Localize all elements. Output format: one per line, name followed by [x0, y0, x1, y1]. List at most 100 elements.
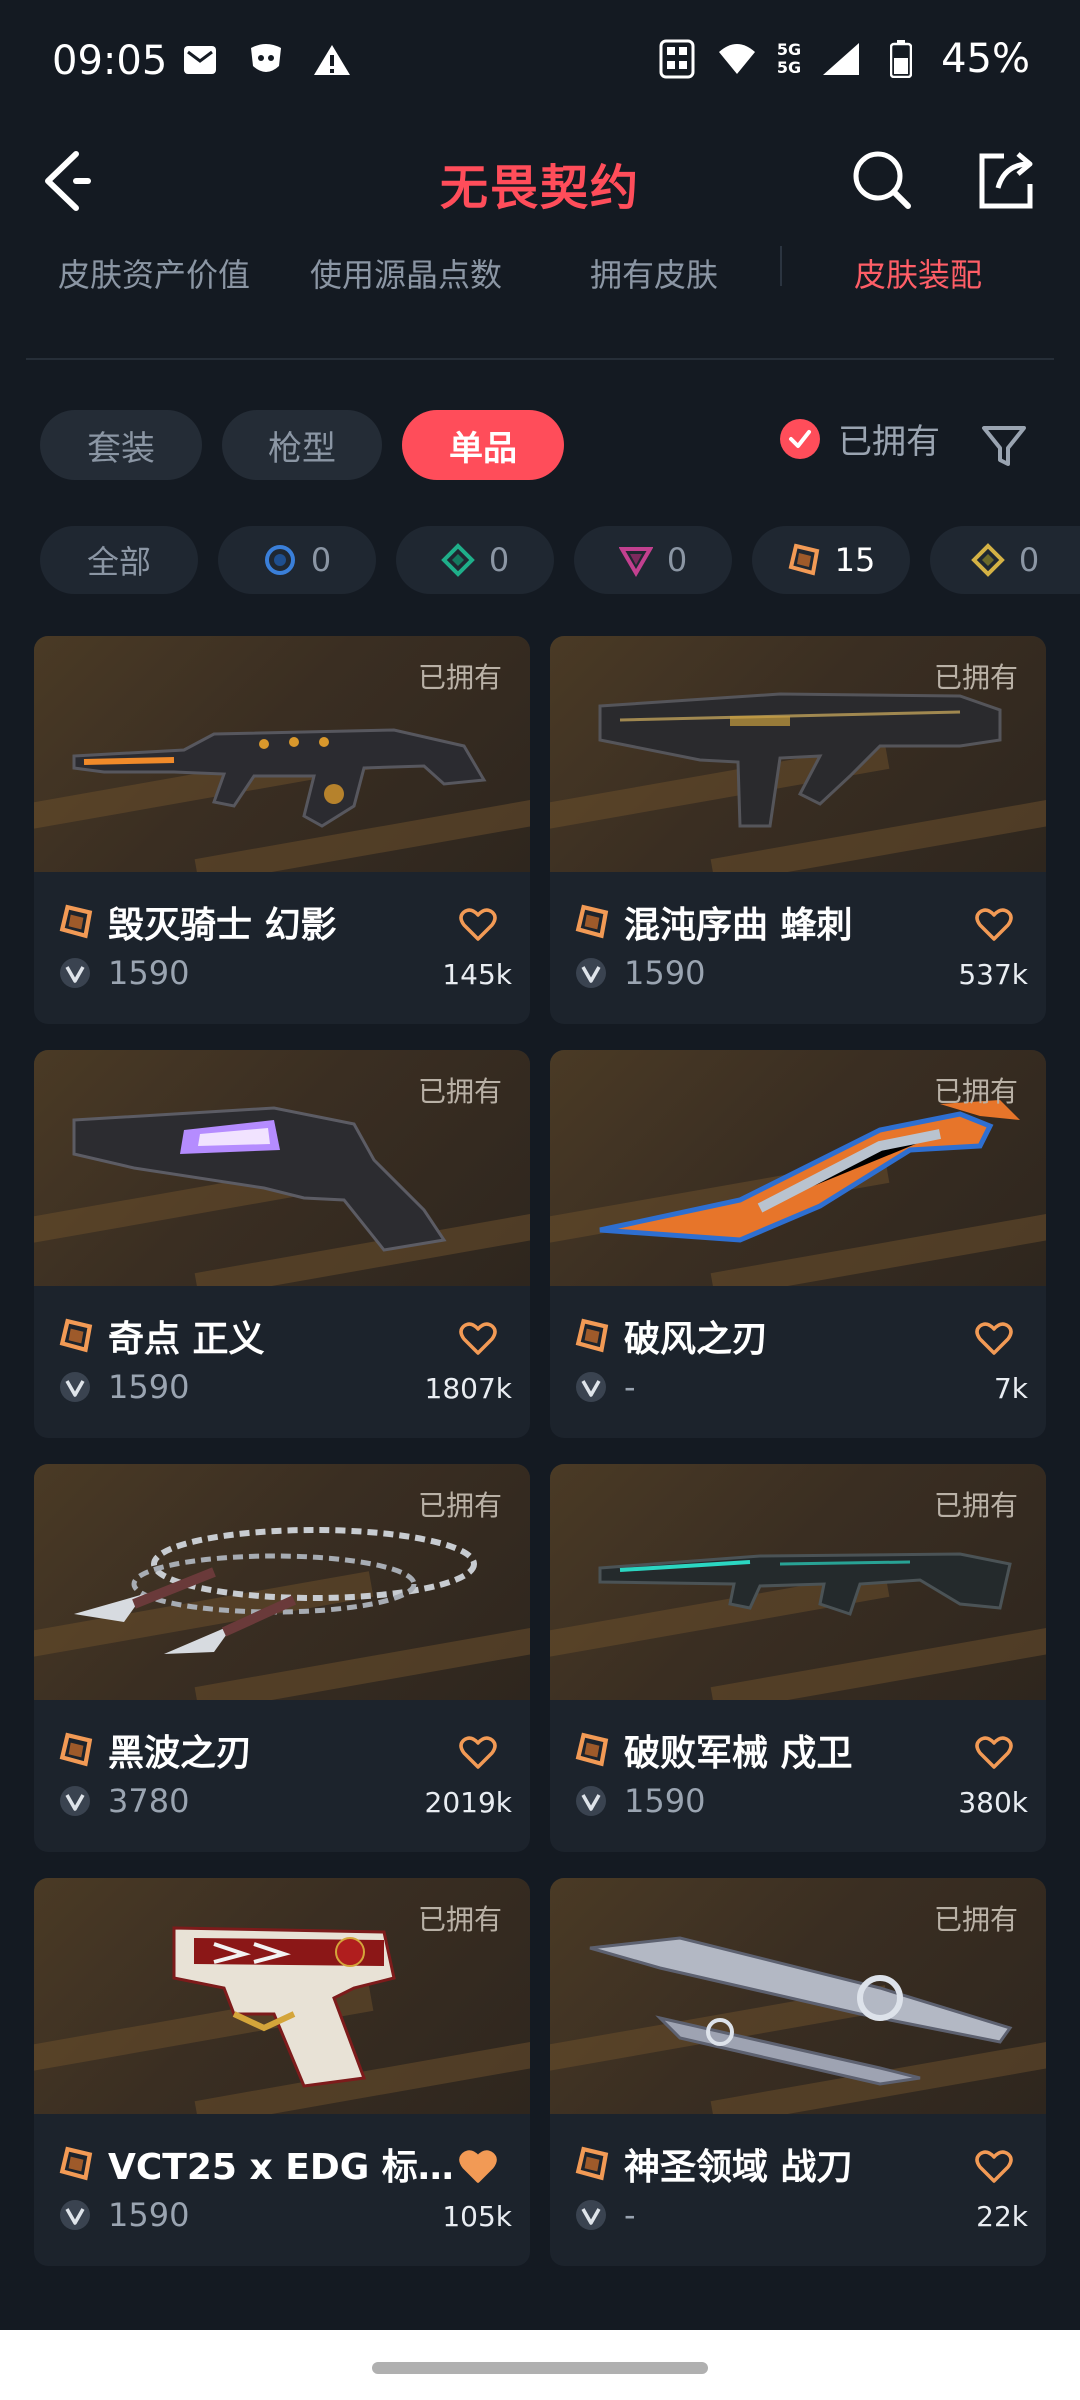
search-icon [853, 151, 911, 209]
tier-chip-premium[interactable]: 0 [574, 526, 732, 594]
tier-chip-label: 全部 [86, 543, 151, 581]
skin-name: VCT25 x EDG 标... [108, 2147, 458, 2188]
skin-price: - [624, 1368, 636, 1406]
weapon-image [64, 676, 504, 846]
exclusive-tier-icon [59, 2146, 93, 2181]
weapon-image [64, 1918, 504, 2088]
app-logo: 无畏契约 [439, 160, 640, 216]
skin-image: 已拥有 [550, 1050, 1046, 1286]
filter-single-item-button[interactable]: 单品 [402, 410, 564, 480]
skin-price: 1590 [624, 954, 706, 992]
favorite-heart-icon[interactable] [974, 1732, 1014, 1772]
valorant-points-icon [576, 1786, 606, 1816]
skin-card[interactable]: 已拥有 毁灭骑士 幻影 1590 145k [34, 636, 530, 1024]
skin-card[interactable]: 已拥有 VCT25 x EDG 标... 1590 105k [34, 1878, 530, 2266]
like-count: 2019k [424, 1786, 512, 1819]
skin-image: 已拥有 [34, 1464, 530, 1700]
tier-count: 0 [1018, 541, 1040, 579]
tab-skin-loadout[interactable]: 皮肤装配 [854, 250, 982, 296]
valorant-points-icon [60, 958, 90, 988]
filter-weapon-type-button[interactable]: 枪型 [222, 410, 382, 480]
tab-points-used[interactable]: 使用源晶点数 [310, 250, 502, 296]
skin-price: 1590 [108, 954, 190, 992]
divider [26, 358, 1054, 360]
tier-chip-deluxe[interactable]: 0 [396, 526, 554, 594]
skin-image: 已拥有 [34, 636, 530, 872]
tier-count: 0 [488, 541, 510, 579]
checkmark-icon [780, 418, 820, 459]
exclusive-tier-icon [59, 1732, 93, 1767]
skin-name: 破败军械 戍卫 [624, 1733, 853, 1774]
like-count: 105k [442, 2200, 512, 2233]
home-indicator[interactable] [372, 2362, 708, 2374]
tier-chip-exclusive[interactable]: 15 [752, 526, 910, 594]
favorite-heart-icon[interactable] [458, 904, 498, 944]
warning-icon [312, 40, 352, 80]
message-icon [180, 40, 220, 80]
favorite-heart-icon[interactable] [458, 2146, 498, 2186]
deluxe-tier-icon [440, 543, 475, 577]
exclusive-tier-icon [575, 1732, 609, 1767]
skin-name: 神圣领域 战刀 [624, 2147, 853, 2188]
skin-card[interactable]: 已拥有奇点 正义 1590 1807k [34, 1050, 530, 1438]
favorite-heart-icon[interactable] [458, 1732, 498, 1772]
tier-chip-ultra[interactable]: 0 [930, 526, 1080, 594]
skin-card[interactable]: 已拥有 混沌序曲 蜂刺 1590 537k [550, 636, 1046, 1024]
skin-card[interactable]: 已拥有 神圣领域 战刀 - 22k [550, 1878, 1046, 2266]
owned-badge: 已拥有 [933, 661, 1018, 694]
favorite-heart-icon[interactable] [458, 1318, 498, 1358]
ultra-tier-icon [970, 543, 1005, 577]
premium-tier-icon [618, 547, 653, 577]
skin-card[interactable]: 已拥有 破风之刃 - 7k [550, 1050, 1046, 1438]
valorant-points-icon [576, 958, 606, 988]
like-count: 7k [993, 1372, 1028, 1405]
battery-percent: 45% [941, 36, 1030, 82]
tab-owned-skins[interactable]: 拥有皮肤 [590, 250, 718, 296]
valorant-points-icon [60, 1372, 90, 1402]
owned-filter-toggle[interactable]: 已拥有 [780, 414, 940, 463]
skin-name: 黑波之刃 [108, 1733, 253, 1774]
owned-badge: 已拥有 [933, 1489, 1018, 1522]
skin-name: 混沌序曲 蜂刺 [624, 905, 853, 946]
tier-chip-select[interactable]: 0 [218, 526, 376, 594]
like-count: 1807k [424, 1372, 512, 1405]
status-bar: 09:05 5G 5G 45% [0, 0, 1080, 126]
valorant-points-icon [60, 2200, 90, 2230]
tier-count: 0 [310, 541, 332, 579]
battery-icon [881, 39, 921, 79]
wifi-icon [717, 39, 757, 79]
app-header: 无畏契约 [0, 126, 1080, 236]
owned-badge: 已拥有 [417, 661, 502, 694]
share-button[interactable] [974, 148, 1038, 212]
favorite-heart-icon[interactable] [974, 1318, 1014, 1358]
valorant-points-icon [576, 2200, 606, 2230]
skin-card[interactable]: 已拥有 黑波之刃 3780 2019k [34, 1464, 530, 1852]
skin-card[interactable]: 已拥有 破败军械 戍卫 1590 380k [550, 1464, 1046, 1852]
category-tabs: 皮肤资产价值 使用源晶点数 拥有皮肤 皮肤装配 [0, 240, 1080, 340]
owned-badge: 已拥有 [417, 1075, 502, 1108]
exclusive-tier-icon [575, 1318, 609, 1353]
skin-name: 奇点 正义 [108, 1319, 265, 1360]
exclusive-tier-icon [59, 904, 93, 939]
tab-asset-value[interactable]: 皮肤资产价值 [58, 250, 250, 296]
skin-price: - [624, 2196, 636, 2234]
weapon-image [64, 1504, 504, 1674]
search-button[interactable] [850, 148, 914, 212]
nfc-icon [657, 39, 697, 79]
owned-badge: 已拥有 [933, 1075, 1018, 1108]
skin-price: 1590 [108, 1368, 190, 1406]
valorant-points-icon [60, 1786, 90, 1816]
filter-bundle-button[interactable]: 套装 [40, 410, 202, 480]
skin-image: 已拥有 [34, 1878, 530, 2114]
skin-image: 已拥有 [550, 636, 1046, 872]
tier-chip-all[interactable]: 全部 [40, 526, 198, 594]
favorite-heart-icon[interactable] [974, 904, 1014, 944]
select-tier-icon [264, 545, 295, 575]
exclusive-tier-icon [59, 1318, 93, 1353]
favorite-heart-icon[interactable] [974, 2146, 1014, 2186]
navigation-bar [0, 2330, 1080, 2400]
filter-button[interactable] [978, 420, 1030, 472]
owned-badge: 已拥有 [417, 1903, 502, 1936]
signal-icon [821, 39, 861, 79]
tier-count: 15 [834, 541, 876, 579]
